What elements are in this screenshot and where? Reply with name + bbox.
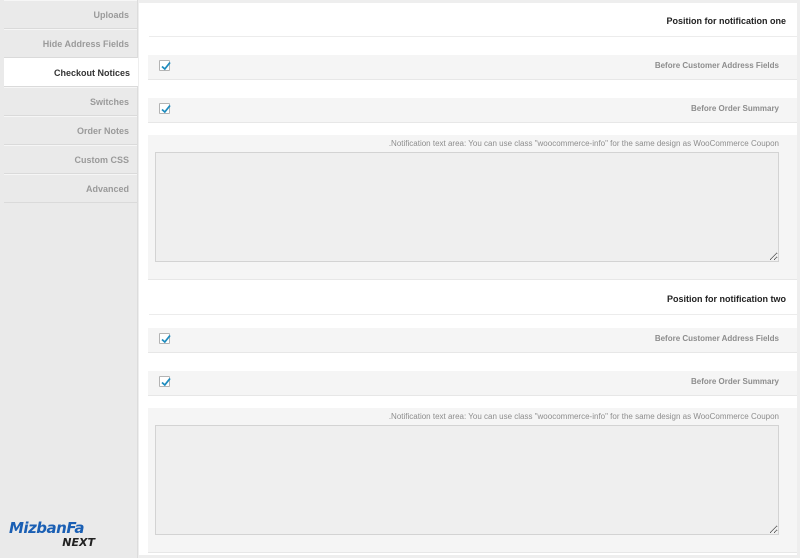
checkbox-before-customer-address-1[interactable] bbox=[159, 60, 171, 71]
checkbox-before-customer-address-2[interactable] bbox=[159, 333, 171, 344]
option-row-before-order-summary-1: Before Order Summary bbox=[148, 98, 797, 123]
sidebar-item-checkout-notices[interactable]: Checkout Notices bbox=[4, 58, 138, 87]
sidebar-item-advanced[interactable]: Advanced bbox=[4, 174, 137, 203]
checkmark-icon bbox=[161, 104, 171, 114]
notification-two-text-block: .Notification text area: You can use cla… bbox=[148, 408, 797, 553]
brand-logo: MizbanFa NEXT bbox=[9, 521, 101, 551]
checkmark-icon bbox=[161, 61, 171, 71]
textarea-label: .Notification text area: You can use cla… bbox=[388, 139, 779, 148]
sidebar-item-uploads[interactable]: Uploads bbox=[4, 0, 137, 29]
logo-text-sub: NEXT bbox=[62, 536, 95, 549]
checkmark-icon bbox=[161, 377, 171, 387]
option-row-before-customer-address-2: Before Customer Address Fields bbox=[148, 328, 797, 353]
section-title-notification-one: Position for notification one bbox=[149, 3, 797, 37]
option-label: Before Customer Address Fields bbox=[654, 61, 779, 70]
option-row-before-customer-address-1: Before Customer Address Fields bbox=[148, 55, 797, 80]
checkbox-before-order-summary-2[interactable] bbox=[159, 376, 171, 387]
sidebar-item-hide-address-fields[interactable]: Hide Address Fields bbox=[4, 29, 137, 58]
checkmark-icon bbox=[161, 334, 171, 344]
logo-text-main: MizbanFa bbox=[9, 519, 84, 537]
notification-one-textarea[interactable] bbox=[155, 152, 779, 262]
option-label: Before Order Summary bbox=[690, 377, 779, 386]
settings-sidebar: Uploads Hide Address Fields Checkout Not… bbox=[0, 0, 138, 558]
sidebar-item-order-notes[interactable]: Order Notes bbox=[4, 116, 137, 145]
sidebar-item-custom-css[interactable]: Custom CSS bbox=[4, 145, 137, 174]
textarea-label: .Notification text area: You can use cla… bbox=[388, 412, 779, 421]
sidebar-item-switches[interactable]: Switches bbox=[4, 87, 137, 116]
checkbox-before-order-summary-1[interactable] bbox=[159, 103, 171, 114]
option-label: Before Customer Address Fields bbox=[654, 334, 779, 343]
section-title-notification-two: Position for notification two bbox=[149, 281, 797, 315]
notification-one-text-block: .Notification text area: You can use cla… bbox=[148, 135, 797, 280]
settings-panel: Position for notification one Before Cus… bbox=[139, 3, 797, 555]
notification-two-textarea[interactable] bbox=[155, 425, 779, 535]
option-label: Before Order Summary bbox=[690, 104, 779, 113]
sidebar-nav: Uploads Hide Address Fields Checkout Not… bbox=[0, 0, 138, 203]
option-row-before-order-summary-2: Before Order Summary bbox=[148, 371, 797, 396]
